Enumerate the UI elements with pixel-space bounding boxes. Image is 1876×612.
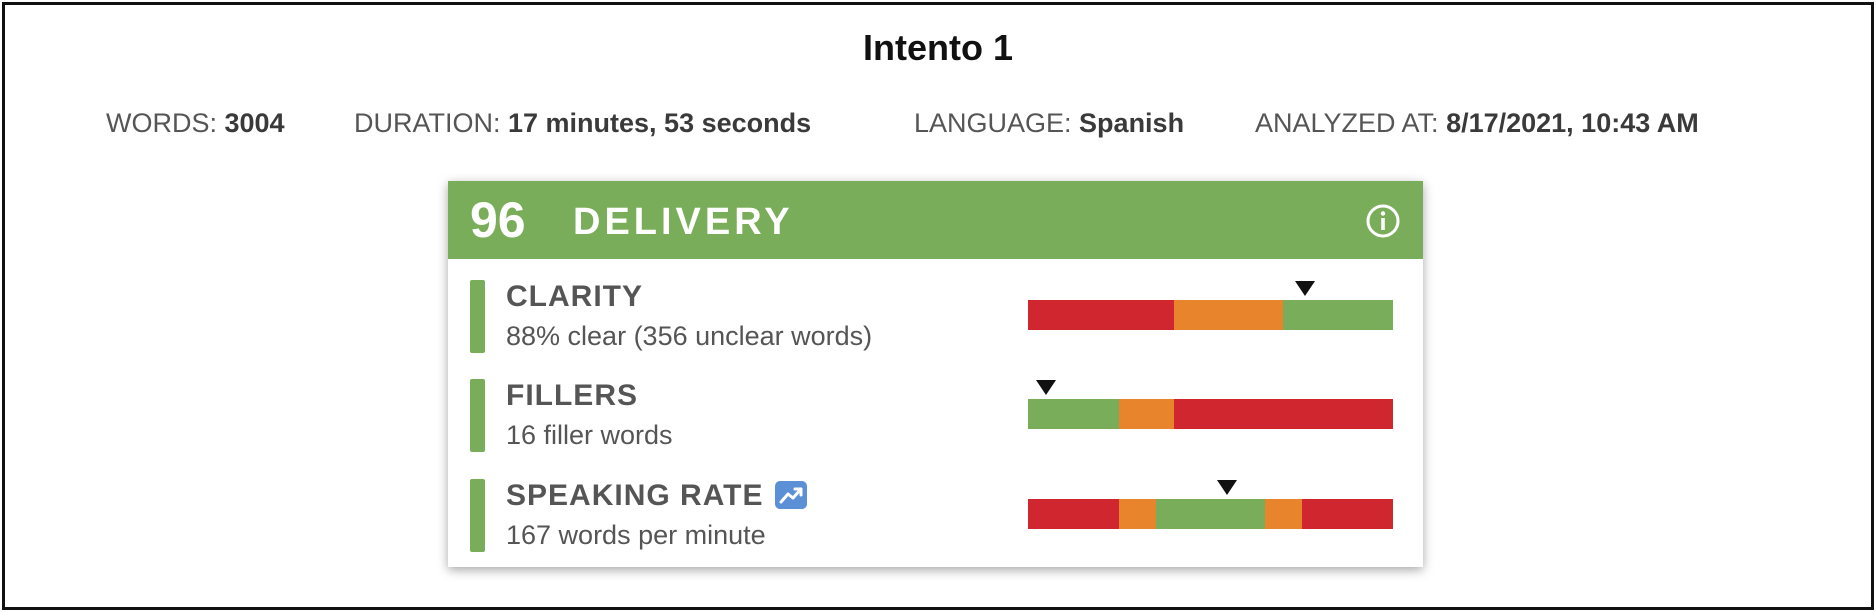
meta-analyzed-at-label: ANALYZED AT: [1255,108,1447,138]
scale-segment-good [1283,300,1393,330]
metric-status-indicator [470,379,485,452]
scale-marker [1036,380,1056,395]
meta-words: WORDS: 3004 [106,108,285,139]
metric-name-row: SPEAKING RATE [506,479,808,513]
metric-status-indicator [470,280,485,353]
metric-status-indicator [470,479,485,552]
meta-duration-label: DURATION: [354,108,508,138]
meta-language: LANGUAGE: Spanish [914,108,1184,139]
metric-detail: 88% clear (356 unclear words) [506,321,873,351]
metric-name: CLARITY [506,280,643,313]
scale-segment-warn [1119,399,1174,429]
attempt-title: Intento 1 [863,27,1013,68]
metric-name: SPEAKING RATE [506,479,764,512]
metric-fillers: FILLERS 16 filler words [448,379,1423,469]
metric-scale [1028,480,1393,529]
info-circle-icon[interactable] [1365,203,1401,239]
scale-segment-bad [1028,300,1174,330]
metric-detail: 16 filler words [506,420,673,450]
meta-duration-value: 17 minutes, 53 seconds [508,108,812,138]
scale-segment-warn [1265,499,1302,529]
metric-scale [1028,281,1393,330]
metric-speaking-rate: SPEAKING RATE 167 words per minute [448,479,1423,569]
scale-segment-good [1156,499,1266,529]
meta-analyzed-at: ANALYZED AT: 8/17/2021, 10:43 AM [1255,108,1699,139]
delivery-score: 96 [470,192,526,248]
delivery-title: DELIVERY [573,201,794,243]
metric-detail: 167 words per minute [506,520,766,550]
delivery-card-header: 96 DELIVERY [448,181,1423,259]
metric-scale [1028,380,1393,429]
meta-words-label: WORDS: [106,108,225,138]
scale-marker [1295,281,1315,296]
scale-segment-warn [1119,499,1156,529]
meta-language-value: Spanish [1079,108,1185,138]
trend-chart-icon[interactable] [775,481,808,509]
scale-segment-bad [1174,399,1393,429]
metric-name: FILLERS [506,379,638,412]
meta-words-value: 3004 [224,108,285,138]
scale-segment-warn [1174,300,1284,330]
metric-clarity: CLARITY 88% clear (356 unclear words) [448,280,1423,370]
meta-duration: DURATION: 17 minutes, 53 seconds [354,108,811,139]
report-frame: Intento 1 WORDS: 3004 DURATION: 17 minut… [2,2,1874,610]
meta-language-label: LANGUAGE: [914,108,1080,138]
meta-analyzed-at-value: 8/17/2021, 10:43 AM [1446,108,1699,138]
scale-segment-bad [1302,499,1393,529]
delivery-card: 96 DELIVERY CLARITY 88% clear (356 uncle… [448,181,1423,567]
scale-segment-bad [1028,499,1119,529]
scale-segment-good [1028,399,1119,429]
scale-marker [1217,480,1237,495]
